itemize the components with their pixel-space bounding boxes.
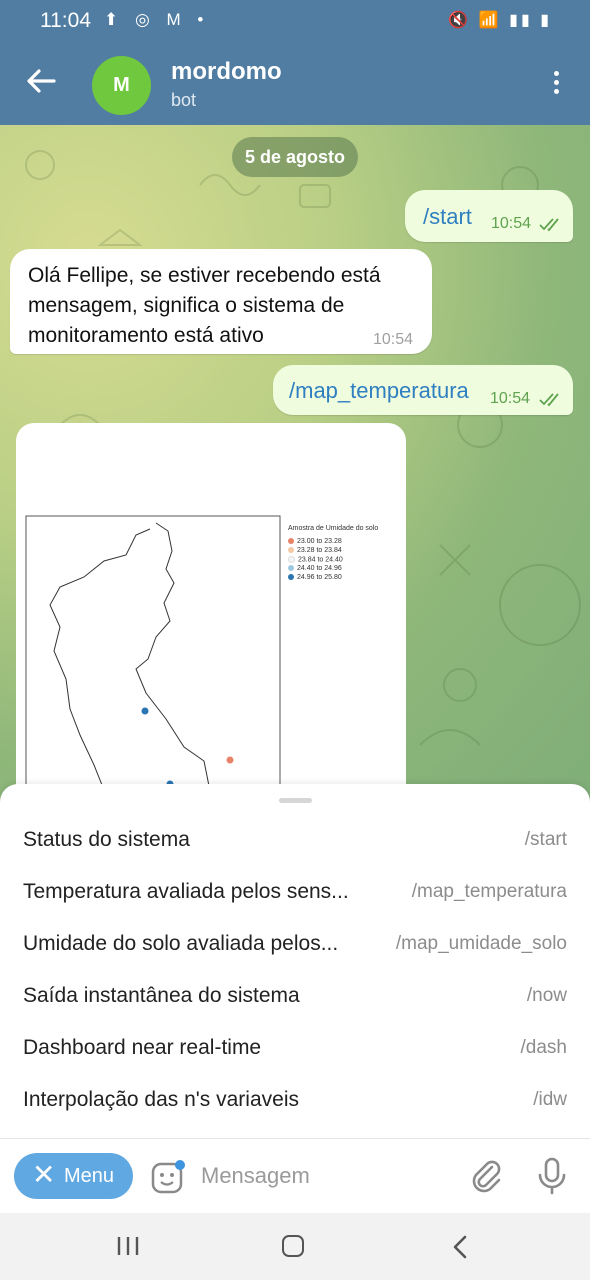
message-bubble-incoming[interactable]: Olá Fellipe, se estiver recebendo está m… <box>10 249 432 354</box>
bot-commands-sheet: Status do sistema /start Temperatura ava… <box>0 784 590 1140</box>
legend-item: 23.28 to 23.84 <box>288 547 342 554</box>
message-text: Olá Fellipe, se estiver recebendo está m… <box>28 264 381 347</box>
command-name: /now <box>526 985 567 1006</box>
legend-item: 24.96 to 25.80 <box>288 574 342 581</box>
microphone-icon[interactable] <box>536 1157 568 1195</box>
map-plot <box>25 515 281 805</box>
recent-apps-icon[interactable] <box>116 1235 140 1257</box>
sheet-drag-handle[interactable] <box>279 798 312 803</box>
command-description: Temperatura avaliada pelos sens... <box>23 880 349 903</box>
command-item-dash[interactable]: Dashboard near real-time /dash <box>0 1024 590 1076</box>
legend-item: 24.40 to 24.96 <box>288 565 342 572</box>
notification-icons: ⬆ ◎ M • <box>104 10 210 29</box>
command-item-map-temperatura[interactable]: Temperatura avaliada pelos sens... /map_… <box>0 868 590 920</box>
message-time: 10:54 <box>491 215 532 232</box>
chat-title[interactable]: mordomo <box>171 58 282 86</box>
sticker-icon[interactable] <box>150 1159 186 1195</box>
chat-header: M mordomo bot <box>0 44 590 125</box>
legend-item: 23.00 to 23.28 <box>288 538 342 545</box>
message-command[interactable]: /map_temperatura <box>289 378 469 404</box>
command-name: /map_temperatura <box>411 881 567 902</box>
legend-item: 23.84 to 24.40 <box>288 556 343 563</box>
double-check-icon <box>539 218 559 232</box>
command-name: /start <box>524 829 567 850</box>
double-check-icon <box>539 393 559 407</box>
attach-icon[interactable] <box>470 1159 504 1193</box>
status-bar: 11:04 ⬆ ◎ M • 🔇 📶 ▮▮ ▮ <box>0 0 590 44</box>
message-input-bar: ✕ Menu Mensagem <box>0 1139 590 1213</box>
menu-button-label: Menu <box>64 1165 115 1187</box>
chat-subtitle: bot <box>171 90 197 110</box>
more-options-icon[interactable] <box>546 68 566 104</box>
home-icon[interactable] <box>282 1235 304 1257</box>
system-nav-bar <box>0 1213 590 1280</box>
message-time: 10:54 <box>373 331 414 348</box>
command-item-start[interactable]: Status do sistema /start <box>0 816 590 868</box>
close-icon: ✕ <box>32 1159 56 1190</box>
command-description: Umidade do solo avaliada pelos... <box>23 932 339 955</box>
command-item-now[interactable]: Saída instantânea do sistema /now <box>0 972 590 1024</box>
back-icon[interactable] <box>450 1235 470 1259</box>
command-item-map-umidade-solo[interactable]: Umidade do solo avaliada pelos... /map_u… <box>0 920 590 972</box>
command-description: Dashboard near real-time <box>23 1036 262 1059</box>
command-description: Interpolação das n's variaveis <box>23 1088 299 1111</box>
command-description: Saída instantânea do sistema <box>23 984 300 1007</box>
command-item-idw[interactable]: Interpolação das n's variaveis /idw <box>0 1076 590 1128</box>
command-name: /map_umidade_solo <box>395 933 567 954</box>
status-time: 11:04 <box>40 9 91 32</box>
legend-title: Amostra de Umidade do solo <box>288 525 379 532</box>
menu-button[interactable]: ✕ Menu <box>14 1153 133 1199</box>
back-arrow-icon[interactable] <box>24 64 58 98</box>
message-bubble-outgoing[interactable]: /start 10:54 <box>405 190 573 242</box>
command-description: Status do sistema <box>23 828 190 851</box>
chat-area[interactable]: 5 de agosto /start 10:54 Olá Fellipe, se… <box>0 125 590 805</box>
message-input[interactable]: Mensagem <box>201 1163 310 1189</box>
system-status-icons: 🔇 📶 ▮▮ ▮ <box>448 12 552 29</box>
date-chip: 5 de agosto <box>232 137 358 177</box>
command-name: /dash <box>520 1037 567 1058</box>
avatar[interactable]: M <box>92 56 151 115</box>
message-bubble-outgoing[interactable]: /map_temperatura 10:54 <box>273 365 573 415</box>
message-time: 10:54 <box>490 390 531 407</box>
command-name: /idw <box>533 1089 567 1110</box>
map-image[interactable]: Amostra de Umidade do solo 23.00 to 23.2… <box>16 423 406 805</box>
message-command[interactable]: /start <box>423 204 472 230</box>
